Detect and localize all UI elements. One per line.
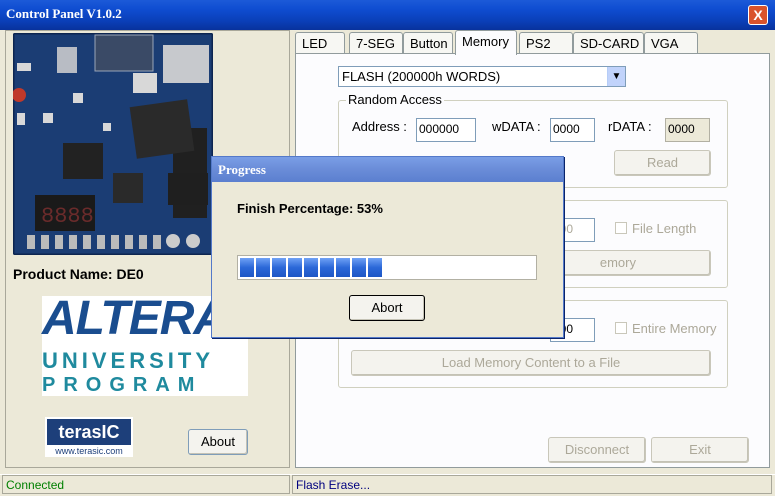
progress-segment (288, 258, 302, 277)
wdata-label: wDATA : (492, 119, 541, 134)
tab-strip: LED 7-SEG Button Memory PS2 SD-CARD VGA (295, 30, 770, 55)
terasic-url: www.terasic.com (55, 446, 123, 456)
entire-memory-label: Entire Memory (632, 321, 717, 336)
progress-segment (240, 258, 254, 277)
random-access-title: Random Access (346, 92, 444, 107)
abort-button[interactable]: Abort (349, 295, 425, 321)
svg-text:8888: 8888 (41, 204, 94, 229)
about-button[interactable]: About (188, 429, 248, 455)
close-button[interactable]: X (748, 5, 768, 25)
progress-segment (304, 258, 318, 277)
file-length-label: File Length (632, 221, 697, 236)
tab-vga[interactable]: VGA (644, 32, 698, 54)
progress-segment (272, 258, 286, 277)
tab-button[interactable]: Button (403, 32, 453, 54)
progress-segment (352, 258, 366, 277)
terasic-logo: terasIC www.terasic.com (45, 417, 133, 457)
progress-segment (368, 258, 382, 277)
memory-type-select[interactable]: FLASH (200000h WORDS) (338, 66, 626, 87)
chevron-down-icon[interactable]: ▼ (607, 67, 625, 86)
program-text: PROGRAM (42, 374, 203, 396)
product-name-label: Product Name: DE0 (13, 266, 144, 282)
rdata-field: 0000 (665, 118, 710, 142)
entire-memory-checkbox[interactable] (615, 322, 627, 334)
finish-percentage-label: Finish Percentage: 53% (237, 201, 383, 216)
operation-status: Flash Erase... (292, 475, 772, 494)
wdata-field[interactable]: 0000 (550, 118, 595, 142)
progress-dialog-title-bar: Progress (212, 157, 563, 182)
progress-dialog-title: Progress (218, 162, 266, 177)
tab-memory[interactable]: Memory (455, 30, 517, 55)
disconnect-button[interactable]: Disconnect (548, 437, 646, 463)
exit-button[interactable]: Exit (651, 437, 749, 463)
progress-bar-fill (240, 258, 397, 277)
read-button[interactable]: Read (614, 150, 711, 176)
board-image: 8888 (13, 33, 213, 255)
progress-bar (237, 255, 537, 280)
title-bar: Control Panel V1.0.2 X (0, 0, 775, 30)
connection-status: Connected (2, 475, 290, 494)
tab-sd-card[interactable]: SD-CARD (573, 32, 644, 54)
tab-7seg[interactable]: 7-SEG (349, 32, 403, 54)
de0-board-icon: 8888 (13, 33, 213, 255)
progress-dialog: Progress Finish Percentage: 53% Abort (211, 156, 564, 338)
progress-segment (336, 258, 350, 277)
terasic-wordmark: terasIC (47, 419, 131, 445)
tab-ps2[interactable]: PS2 (519, 32, 573, 54)
tab-led[interactable]: LED (295, 32, 345, 54)
address-field[interactable]: 000000 (416, 118, 476, 142)
rdata-label: rDATA : (608, 119, 652, 134)
window-title: Control Panel V1.0.2 (6, 6, 122, 21)
load-memory-button[interactable]: Load Memory Content to a File (351, 350, 711, 376)
university-text: UNIVERSITY (42, 348, 215, 373)
progress-segment (256, 258, 270, 277)
file-length-checkbox[interactable] (615, 222, 627, 234)
progress-segment (320, 258, 334, 277)
address-label: Address : (352, 119, 407, 134)
